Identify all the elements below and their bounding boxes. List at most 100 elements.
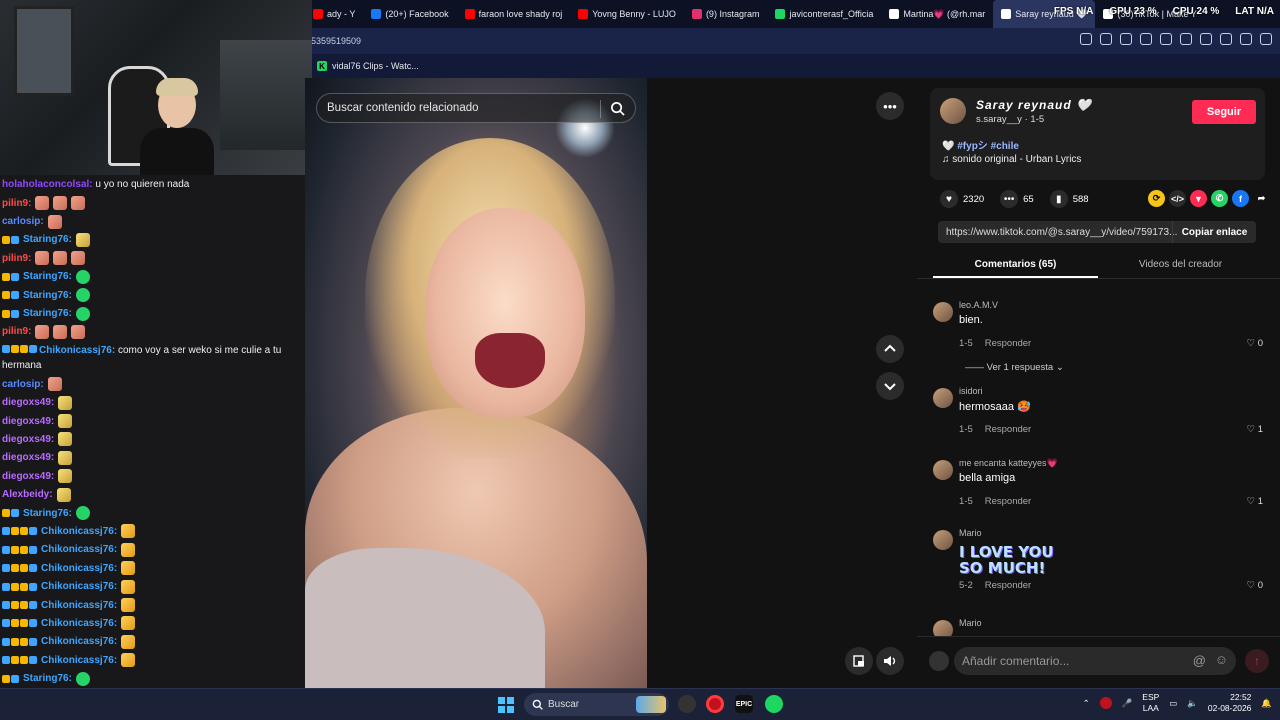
info-badge-icon[interactable] — [20, 637, 28, 646]
tiktok-video[interactable] — [305, 78, 647, 688]
emoji-icon[interactable]: ☺ — [1215, 652, 1228, 667]
sub-badge-icon[interactable] — [29, 619, 37, 628]
sub-badge-icon[interactable] — [29, 564, 37, 573]
chat-username[interactable]: Chikonicassj76: — [41, 618, 117, 629]
share-url[interactable]: https://www.tiktok.com/@s.saray__y/video… — [946, 227, 1177, 238]
sub-badge-icon[interactable] — [29, 601, 37, 609]
spotify-icon[interactable] — [765, 695, 783, 713]
microphone-icon[interactable]: 🎤 — [1122, 698, 1133, 709]
crown-badge-icon[interactable] — [11, 345, 19, 354]
info-badge-icon[interactable] — [20, 656, 28, 665]
chat-username[interactable]: Alexbeidy: — [2, 489, 53, 500]
sword-badge-icon[interactable] — [2, 527, 10, 536]
creator-avatar[interactable] — [940, 98, 966, 124]
crown-badge-icon[interactable] — [11, 527, 19, 536]
opera-gx-icon[interactable] — [706, 695, 724, 713]
sub-badge-icon[interactable] — [29, 545, 37, 554]
sword-badge-icon[interactable] — [2, 345, 10, 354]
info-badge-icon[interactable] — [20, 619, 28, 628]
info-badge-icon[interactable] — [20, 601, 28, 609]
browser-tab[interactable]: faraon love shady roj — [457, 0, 571, 28]
commenter-name[interactable]: me encanta katteyyes💗 — [959, 458, 1058, 469]
crown-badge-icon[interactable] — [11, 582, 19, 591]
chat-username[interactable]: diegoxs49: — [2, 416, 54, 427]
save-stat[interactable]: ▮ 588 — [1049, 190, 1089, 208]
edit-icon[interactable] — [1080, 33, 1092, 45]
copy-link-button[interactable]: Copiar enlace — [1172, 221, 1256, 243]
sub-badge-icon[interactable] — [29, 637, 37, 646]
commenter-avatar[interactable] — [933, 302, 953, 322]
sword-badge-icon[interactable] — [2, 656, 10, 665]
chat-username[interactable]: Chikonicassj76: — [41, 636, 117, 647]
chat-username[interactable]: Staring76: — [23, 673, 72, 684]
chat-username[interactable]: diegoxs49: — [2, 452, 54, 463]
crown-badge-icon[interactable] — [11, 545, 19, 554]
browser-tab[interactable]: (20+) Facebook — [363, 0, 456, 28]
comment-stat[interactable]: ••• 65 — [1000, 190, 1034, 208]
commenter-name[interactable]: Mario — [959, 618, 982, 628]
previous-video-button[interactable] — [876, 335, 904, 363]
chat-username[interactable]: diegoxs49: — [2, 397, 54, 408]
chat-username[interactable]: diegoxs49: — [2, 471, 54, 482]
crown-badge-icon[interactable] — [11, 564, 19, 573]
chat-username[interactable]: Chikonicassj76: — [41, 600, 117, 611]
comment-like[interactable]: ♡ 1 — [1247, 424, 1263, 435]
repost-icon[interactable]: ⟳ — [1148, 190, 1165, 207]
crown-badge-icon[interactable] — [11, 656, 19, 665]
extensions-icon[interactable] — [1140, 33, 1152, 45]
opera-tray-icon[interactable] — [1099, 697, 1112, 709]
post-comment-button[interactable]: ↑ — [1245, 649, 1269, 673]
creator-name[interactable]: Saray reynaud 🤍 — [976, 98, 1092, 112]
crown-badge-icon[interactable] — [2, 272, 10, 281]
reply-button[interactable]: Responder — [985, 338, 1031, 349]
network-icon[interactable]: ▭ — [1169, 698, 1177, 709]
comment-like[interactable]: ♡ 0 — [1247, 338, 1263, 349]
info-badge-icon[interactable] — [20, 582, 28, 591]
commenter-name[interactable]: Mario — [959, 528, 982, 538]
play-icon[interactable] — [1160, 33, 1172, 45]
sword-badge-icon[interactable] — [2, 619, 10, 628]
sub-badge-icon[interactable] — [11, 291, 19, 300]
clock[interactable]: 22:52 02-08-2026 — [1208, 692, 1251, 714]
browser-tab[interactable]: (9) Instagram — [684, 0, 768, 28]
send-icon[interactable]: ▼ — [1190, 190, 1207, 207]
chat-username[interactable]: Chikonicassj76: — [41, 655, 117, 666]
chat-username[interactable]: pilin9: — [2, 253, 31, 264]
app-icon[interactable] — [678, 695, 696, 713]
chat-username[interactable]: diegoxs49: — [2, 434, 54, 445]
commenter-name[interactable]: isidori — [959, 386, 983, 396]
taskbar-search[interactable]: Buscar — [524, 693, 669, 716]
music-link[interactable]: ♫ sonido original - Urban Lyrics — [942, 154, 1081, 165]
tab-creator-videos[interactable]: Videos del creador — [1098, 252, 1263, 277]
chat-username[interactable]: Chikonicassj76: — [39, 345, 115, 356]
browser-tab[interactable]: Yovng Benny - LUJO — [570, 0, 684, 28]
bookmark-kick[interactable]: vidal76 Clips - Watc... — [332, 61, 419, 71]
crown-badge-icon[interactable] — [11, 637, 19, 646]
ai-icon[interactable] — [1260, 33, 1272, 45]
chat-username[interactable]: Staring76: — [23, 308, 72, 319]
chat-username[interactable]: pilin9: — [2, 326, 31, 337]
shield-icon[interactable] — [1120, 33, 1132, 45]
more-options-icon[interactable]: ••• — [876, 92, 904, 120]
search-icon[interactable] — [610, 101, 625, 116]
comment-input[interactable]: Añadir comentario... @ ☺ — [954, 647, 1236, 675]
url-text[interactable]: 5359519509 — [311, 36, 361, 46]
chat-username[interactable]: Staring76: — [23, 234, 72, 245]
language-indicator[interactable]: ESP LAA — [1142, 692, 1159, 714]
crown-badge-icon[interactable] — [2, 291, 10, 300]
follow-button[interactable]: Seguir — [1192, 100, 1256, 124]
browser-tab[interactable]: Martina💗 (@rh.mar — [881, 0, 993, 28]
whatsapp-icon[interactable]: ✆ — [1211, 190, 1228, 207]
crown-badge-icon[interactable] — [2, 235, 10, 244]
camera-icon[interactable] — [1100, 33, 1112, 45]
chat-username[interactable]: holaholaconcolsal: — [2, 179, 93, 190]
sub-badge-icon[interactable] — [29, 345, 37, 354]
profile-icon[interactable] — [1240, 33, 1252, 45]
reply-button[interactable]: Responder — [985, 496, 1031, 507]
notification-bell-icon[interactable]: 🔔 — [1261, 698, 1272, 709]
sub-badge-icon[interactable] — [29, 656, 37, 665]
related-search-input[interactable]: Buscar contenido relacionado — [316, 93, 636, 123]
sub-badge-icon[interactable] — [11, 509, 19, 518]
commenter-avatar[interactable] — [933, 388, 953, 408]
view-replies-button[interactable]: —— Ver 1 respuesta ⌄ — [965, 362, 1064, 373]
